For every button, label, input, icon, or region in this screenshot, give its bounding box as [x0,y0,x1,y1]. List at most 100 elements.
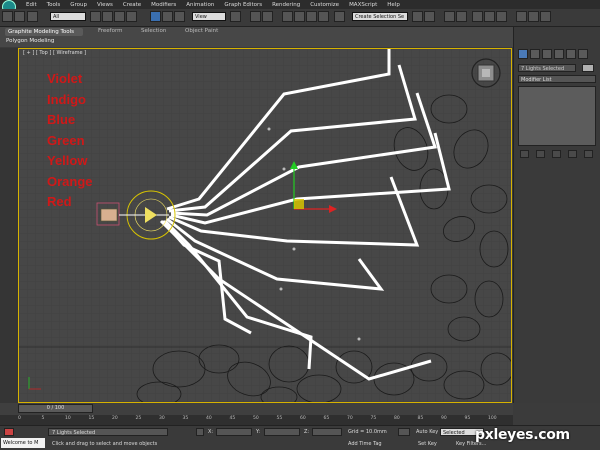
tab-freeform[interactable]: Freeform [98,28,123,34]
timeline-tick: 10 [65,416,71,421]
motion-tab-icon[interactable] [554,49,564,59]
material-editor-icon[interactable] [496,11,507,22]
ref-coord-dropdown[interactable]: View [192,12,226,21]
prompt-line: Click and drag to select and move object… [52,441,158,447]
utilities-tab-icon[interactable] [578,49,588,59]
menu-help[interactable]: Help [387,2,400,8]
remove-modifier-icon[interactable] [568,150,577,158]
text-green: Green [47,132,85,148]
show-end-result-icon[interactable] [536,150,545,158]
rotate-icon[interactable] [162,11,173,22]
time-slider[interactable]: 0 / 100 [18,404,93,413]
edit-named-selection-icon[interactable] [334,11,345,22]
timeline-tick: 75 [370,416,377,421]
pin-stack-icon[interactable] [520,150,529,158]
render-setup-icon[interactable] [516,11,527,22]
menu-views[interactable]: Views [97,2,113,8]
timeline-tick: 70 [347,416,353,421]
timeline-tick: 90 [441,416,447,421]
menu-edit[interactable]: Edit [26,2,37,8]
timeline-tick: 5 [41,416,45,421]
curve-editor-icon[interactable] [472,11,483,22]
object-name-field[interactable]: 7 Lights Selected [518,64,576,72]
text-yellow: Yellow [47,153,88,168]
select-object-icon[interactable] [90,11,101,22]
set-key-button[interactable]: Set Key [418,441,437,447]
x-coordinate-field[interactable] [216,428,252,436]
menu-modifiers[interactable]: Modifiers [151,2,176,8]
spinner-snap-icon[interactable] [318,11,329,22]
timeline-tick: 50 [253,416,259,421]
named-selection-dropdown[interactable]: Create Selection Se [352,12,408,21]
top-viewport[interactable]: [ + ] [ Top ] [ Wireframe ] Violet Indig… [18,48,512,403]
link-icon[interactable] [27,11,38,22]
timeline-tick: 35 [182,416,189,421]
make-unique-icon[interactable] [552,150,561,158]
keyboard-shortcut-icon[interactable] [262,11,273,22]
timeline-tick: 95 [464,416,471,421]
selection-filter-dropdown[interactable]: All [50,12,86,21]
scale-icon[interactable] [174,11,185,22]
timeline-tick: 0 [18,416,21,421]
redo-icon[interactable] [14,11,25,22]
configure-modifier-sets-icon[interactable] [584,150,593,158]
text-blue: Blue [47,112,76,127]
tab-selection[interactable]: Selection [141,28,166,34]
select-manipulate-icon[interactable] [250,11,261,22]
text-orange: Orange [47,173,93,189]
timeline-tick: 60 [300,416,306,421]
select-by-name-icon[interactable] [102,11,113,22]
track-bar[interactable]: 0 5 10 15 20 25 30 35 40 45 50 55 60 65 70 75 80 85 90 95 10… [0,415,513,425]
display-tab-icon[interactable] [566,49,576,59]
menu-tools[interactable]: Tools [47,2,61,8]
create-tab-icon[interactable] [518,49,528,59]
timeline-tick: 20 [112,416,118,421]
menu-graph-editors[interactable]: Graph Editors [224,2,262,8]
modifier-list-dropdown[interactable]: Modifier List [518,75,596,83]
selection-status: 7 Lights Selected [48,428,168,436]
auto-key-button[interactable]: Auto Key [416,429,438,435]
ribbon-subpanel-polygon-modeling[interactable]: Polygon Modeling [6,38,54,44]
graphite-ribbon: Graphite Modeling Tools Freeform Selecti… [0,27,513,47]
menu-customize[interactable]: Customize [310,2,339,8]
mirror-icon[interactable] [412,11,423,22]
timeline-tick: 85 [417,416,424,421]
graphite-toggle-icon[interactable] [456,11,467,22]
angle-snap-icon[interactable] [294,11,305,22]
timeline-tick: 15 [88,416,95,421]
add-time-tag[interactable]: Add Time Tag [348,441,382,447]
modifier-stack[interactable] [518,86,596,146]
rendered-frame-icon[interactable] [528,11,539,22]
rect-selection-icon[interactable] [114,11,125,22]
key-icon[interactable] [398,428,410,436]
maxscript-listener-icon[interactable] [4,428,14,436]
schematic-view-icon[interactable] [484,11,495,22]
viewport-label[interactable]: [ + ] [ Top ] [ Wireframe ] [23,50,86,56]
menu-create[interactable]: Create [123,2,141,8]
hierarchy-tab-icon[interactable] [542,49,552,59]
pivot-center-icon[interactable] [230,11,241,22]
layer-manager-icon[interactable] [444,11,455,22]
tab-object-paint[interactable]: Object Paint [185,28,218,34]
menu-maxscript[interactable]: MAXScript [349,2,377,8]
main-toolbar: All View Create Selection Se [0,9,600,27]
percent-snap-icon[interactable] [306,11,317,22]
modify-tab-icon[interactable] [530,49,540,59]
timeline-tick: 45 [229,416,236,421]
menu-group[interactable]: Group [70,2,87,8]
time-slider-bar: 0 / 100 [0,403,513,415]
window-crossing-icon[interactable] [126,11,137,22]
z-coordinate-field[interactable] [312,428,342,436]
y-coordinate-field[interactable] [264,428,300,436]
lock-selection-icon[interactable] [196,428,204,436]
snap-toggle-icon[interactable] [282,11,293,22]
welcome-message: Welcome to M [1,438,45,448]
render-teapot-icon[interactable] [540,11,551,22]
align-icon[interactable] [424,11,435,22]
object-color-swatch[interactable] [582,64,594,72]
tab-graphite-modeling-tools[interactable]: Graphite Modeling Tools [5,28,83,36]
move-icon[interactable] [150,11,161,22]
menu-animation[interactable]: Animation [186,2,214,8]
undo-icon[interactable] [2,11,13,22]
menu-rendering[interactable]: Rendering [272,2,300,8]
